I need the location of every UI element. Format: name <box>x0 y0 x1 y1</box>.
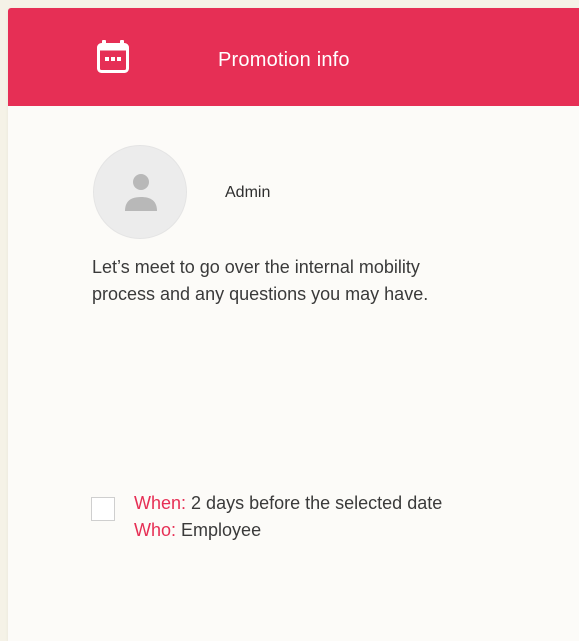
who-label: Who: <box>134 520 177 540</box>
user-icon <box>125 174 157 211</box>
card-header: Promotion info <box>8 8 579 106</box>
message-text: Let’s meet to go over the internal mobil… <box>92 257 429 304</box>
reminder-checkbox[interactable] <box>91 497 115 521</box>
avatar <box>94 146 186 238</box>
who-value: Employee <box>181 520 262 540</box>
reminder-details: When: 2 days before the selected date Wh… <box>134 490 494 544</box>
author-name: Admin <box>225 184 271 201</box>
calendar-icon <box>97 40 129 73</box>
page-title: Promotion info <box>218 49 350 71</box>
promotion-info-card: Promotion info <box>8 8 579 641</box>
when-label: When: <box>134 493 187 513</box>
when-value: 2 days before the selected date <box>191 493 443 513</box>
